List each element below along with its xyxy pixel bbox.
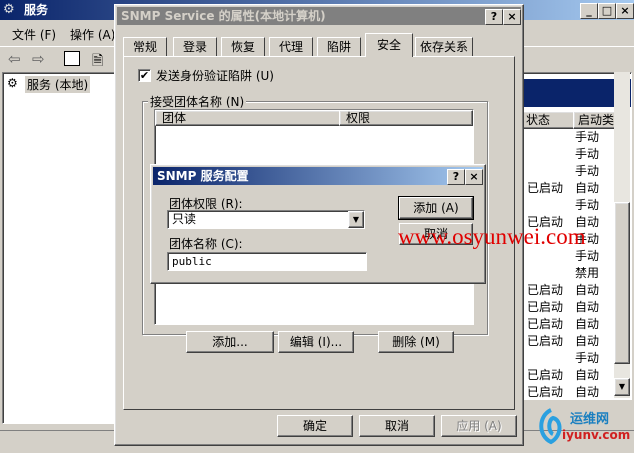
properties-title: SNMP Service 的属性(本地计算机) [121,9,326,23]
add-community-button[interactable]: 添加... [186,331,274,353]
forward-icon[interactable]: ⇨ [32,50,45,68]
snmp-config-close-button[interactable]: × [465,169,483,185]
service-row-startup[interactable]: 手动 [575,197,599,214]
menu-file[interactable]: 文件 (F) [12,26,56,43]
tab-traps[interactable]: 陷阱 [317,37,361,57]
service-row-startup[interactable]: 自动 [575,180,599,197]
service-row-status[interactable]: 已启动 [527,316,563,333]
edit-community-button[interactable]: 编辑 (I)... [278,331,354,353]
snmp-add-button[interactable]: 添加 (A) [398,196,474,220]
close-button[interactable]: × [616,3,634,19]
service-row-startup[interactable]: 手动 [575,350,599,367]
service-row-startup[interactable]: 禁用 [575,265,599,282]
watermark-site-text: www.osyunwei.com [398,224,586,249]
list-scrollbar[interactable]: ▼ [614,72,630,398]
maximize-button[interactable]: □ [598,3,616,19]
properties-titlebar[interactable]: SNMP Service 的属性(本地计算机) ? × [117,7,521,25]
community-rights-value: 只读 [172,212,197,226]
services-title: 服务 [24,3,49,17]
service-row-status[interactable]: 已启动 [527,180,563,197]
cancel-button[interactable]: 取消 [359,415,435,437]
service-row-startup[interactable]: 自动 [575,282,599,299]
service-row-startup[interactable]: 手动 [575,163,599,180]
apply-button[interactable]: 应用 (A) [441,415,517,437]
service-row-status[interactable]: 已启动 [527,282,563,299]
list-header-community[interactable]: 团体 [155,110,341,126]
send-auth-trap-checkbox[interactable]: ✔ [138,69,151,82]
service-row-startup[interactable]: 自动 [575,333,599,350]
service-row-startup[interactable]: 手动 [575,129,599,146]
community-name-value: public [172,255,212,268]
service-row-status[interactable]: 已启动 [527,333,563,350]
services-app-icon: ⚙ [3,2,15,17]
snmp-config-titlebar[interactable]: SNMP 服务配置 ? × [153,167,483,185]
logo-text: 运维网 [570,412,610,427]
tab-security[interactable]: 安全 [365,33,413,57]
tab-agent[interactable]: 代理 [269,37,313,57]
accepted-communities-label: 接受团体名称 (N) [148,93,247,110]
properties-icon[interactable]: 🗎 [92,50,103,74]
community-name-input[interactable]: public [167,252,367,271]
send-auth-trap-label: 发送身份验证陷阱 (U) [156,69,274,83]
service-row-startup[interactable]: 自动 [575,316,599,333]
chevron-down-icon[interactable]: ▼ [348,211,364,228]
menu-action[interactable]: 操作 (A) [70,26,115,43]
tab-recovery[interactable]: 恢复 [221,37,265,57]
ok-button[interactable]: 确定 [277,415,353,437]
community-name-label: 团体名称 (C): [169,237,243,251]
back-icon[interactable]: ⇦ [8,50,21,68]
minimize-button[interactable]: _ [580,3,598,19]
service-row-status[interactable]: 已启动 [527,367,563,384]
scroll-thumb[interactable] [614,202,630,364]
service-row-startup[interactable]: 手动 [575,146,599,163]
properties-help-button[interactable]: ? [485,9,503,25]
scroll-down-button[interactable]: ▼ [614,378,630,396]
service-row-startup[interactable]: 手动 [575,248,599,265]
service-row-status[interactable]: 已启动 [527,299,563,316]
logo-url-text: iyunv.com [562,428,631,442]
tab-logon[interactable]: 登录 [173,37,217,57]
services-local-icon: ⚙ [7,76,18,90]
watermark-logo: 运维网 iyunv.com [532,398,632,450]
tab-dependencies[interactable]: 依存关系 [415,37,473,57]
tree-pane: ⚙ 服务 (本地) [2,72,116,424]
service-row-startup[interactable]: 自动 [575,299,599,316]
snmp-config-title: SNMP 服务配置 [157,169,249,183]
list-header-rights[interactable]: 权限 [339,110,473,126]
snmp-config-help-button[interactable]: ? [447,169,465,185]
remove-community-button[interactable]: 删除 (M) [378,331,454,353]
tab-general[interactable]: 常规 [123,37,167,57]
properties-close-button[interactable]: × [503,9,521,25]
service-row-startup[interactable]: 自动 [575,367,599,384]
column-header-status[interactable]: 状态 [521,111,575,129]
community-rights-select[interactable]: 只读 ▼ [167,210,365,229]
tree-item-services-local[interactable]: 服务 (本地) [25,76,91,93]
show-hide-tree-icon[interactable] [64,51,80,66]
